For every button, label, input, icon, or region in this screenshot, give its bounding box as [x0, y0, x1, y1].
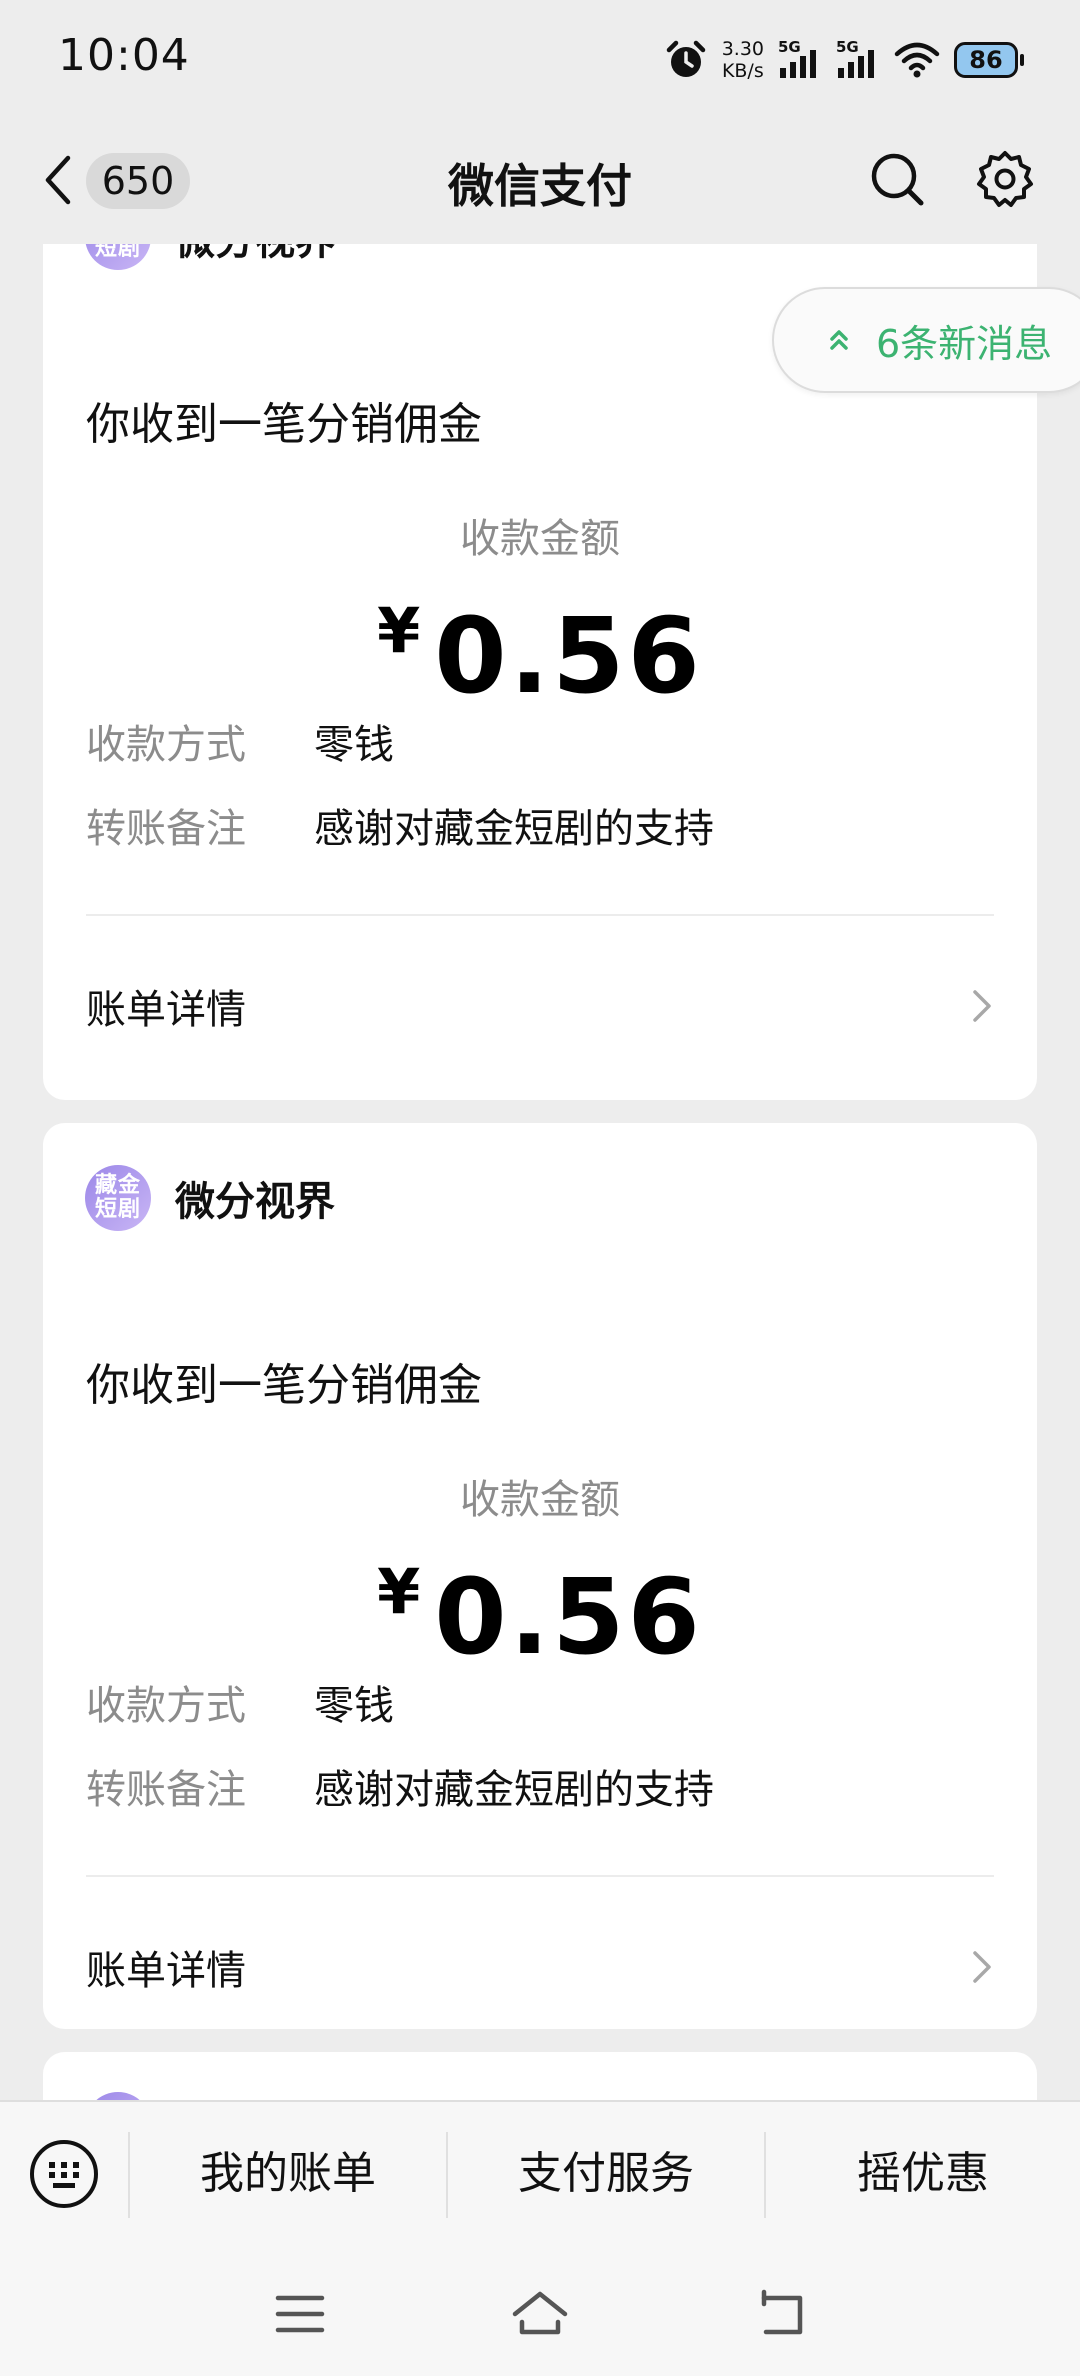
- bottom-menu-bar: 我的账单 支付服务 摇优惠: [0, 2100, 1080, 2246]
- menu-item-shake-deals[interactable]: 摇优惠: [766, 2142, 1080, 2206]
- merchant-header: 藏金 短剧 微分视界: [85, 1165, 335, 1231]
- status-bar: 10:04 3.30 KB/s 5G 5G 86: [0, 0, 1080, 120]
- payment-method-row: 收款方式 零钱: [86, 712, 394, 770]
- merchant-avatar: 藏金 短剧: [85, 244, 151, 270]
- transfer-note-key: 转账备注: [86, 806, 246, 852]
- avatar-text: 短剧: [94, 244, 141, 261]
- chat-header: 650 微信支付: [0, 120, 1080, 244]
- double-chevron-up-icon: [830, 330, 848, 350]
- bill-detail-link[interactable]: 账单详情: [86, 976, 994, 1036]
- transfer-note-key: 转账备注: [86, 1767, 246, 1813]
- battery-icon: 86: [954, 42, 1024, 78]
- transfer-note-row: 转账备注 感谢对藏金短剧的支持: [86, 1757, 714, 1815]
- gear-icon[interactable]: [974, 148, 1036, 210]
- message-title: 你收到一笔分销佣金: [86, 399, 482, 450]
- payment-card[interactable]: 藏金 短剧 微分视界 你收到一笔分销佣金 收款金额 ¥0.56 收款方式 零钱 …: [43, 1123, 1037, 2029]
- menu-icon[interactable]: [270, 2286, 330, 2342]
- merchant-avatar: [85, 2092, 151, 2100]
- new-messages-button[interactable]: 6条新消息: [772, 287, 1080, 393]
- amount: ¥0.56: [43, 594, 1037, 717]
- amount-label: 收款金额: [460, 1477, 620, 1523]
- chevron-right-icon: [973, 1951, 991, 1983]
- keyboard-icon[interactable]: [28, 2138, 100, 2210]
- search-icon[interactable]: [866, 148, 928, 210]
- back-nav-icon[interactable]: [750, 2286, 810, 2342]
- avatar-text: 短剧: [94, 1197, 141, 1222]
- payment-method-value: 零钱: [314, 722, 394, 768]
- amount-value: 0.56: [434, 595, 703, 717]
- system-nav-bar: [0, 2246, 1080, 2376]
- payment-method-value: 零钱: [314, 1683, 394, 1729]
- amount-label: 收款金额: [460, 516, 620, 562]
- signal-icon: 5G: [836, 38, 880, 80]
- payment-card[interactable]: [43, 2052, 1037, 2100]
- message-list[interactable]: 藏金 短剧 微分视界 你收到一笔分销佣金 收款金额 ¥0.56 收款方式 零钱 …: [0, 244, 1080, 2100]
- merchant-name: 微分视界: [175, 244, 335, 266]
- alarm-icon: [666, 40, 705, 77]
- bill-detail-label: 账单详情: [86, 987, 246, 1033]
- payment-method-key: 收款方式: [86, 1683, 246, 1729]
- status-icons: 3.30 KB/s 5G 5G 86: [664, 34, 1024, 86]
- chevron-right-icon: [973, 990, 991, 1022]
- battery-level: 86: [969, 46, 1003, 74]
- merchant-avatar: 藏金 短剧: [85, 1165, 151, 1231]
- status-time: 10:04: [58, 30, 190, 81]
- avatar-text: 藏金: [94, 1173, 141, 1198]
- net-speed-unit: KB/s: [721, 60, 764, 82]
- transfer-note-row: 转账备注 感谢对藏金短剧的支持: [86, 796, 714, 854]
- menu-item-payment-services[interactable]: 支付服务: [448, 2142, 764, 2206]
- menu-item-my-bills[interactable]: 我的账单: [130, 2142, 446, 2206]
- merchant-header: 藏金 短剧 微分视界: [85, 244, 335, 270]
- transfer-note-value: 感谢对藏金短剧的支持: [314, 806, 714, 852]
- net-speed-value: 3.30: [721, 38, 764, 60]
- payment-method-row: 收款方式 零钱: [86, 1673, 394, 1731]
- wifi-icon: [894, 42, 940, 78]
- amount-value: 0.56: [434, 1556, 703, 1678]
- currency-symbol: ¥: [377, 594, 421, 667]
- bill-detail-link[interactable]: 账单详情: [86, 1937, 994, 1997]
- bill-detail-label: 账单详情: [86, 1948, 246, 1994]
- payment-method-key: 收款方式: [86, 722, 246, 768]
- currency-symbol: ¥: [377, 1555, 421, 1628]
- amount: ¥0.56: [43, 1555, 1037, 1678]
- message-title: 你收到一笔分销佣金: [86, 1360, 482, 1411]
- merchant-name: 微分视界: [175, 1179, 335, 1225]
- transfer-note-value: 感谢对藏金短剧的支持: [314, 1767, 714, 1813]
- signal-icon: 5G: [778, 38, 822, 80]
- card-divider: [86, 914, 994, 916]
- card-divider: [86, 1875, 994, 1877]
- home-icon[interactable]: [510, 2286, 570, 2342]
- net-speed: 3.30 KB/s: [722, 38, 764, 82]
- new-messages-label: 6条新消息: [876, 321, 1053, 366]
